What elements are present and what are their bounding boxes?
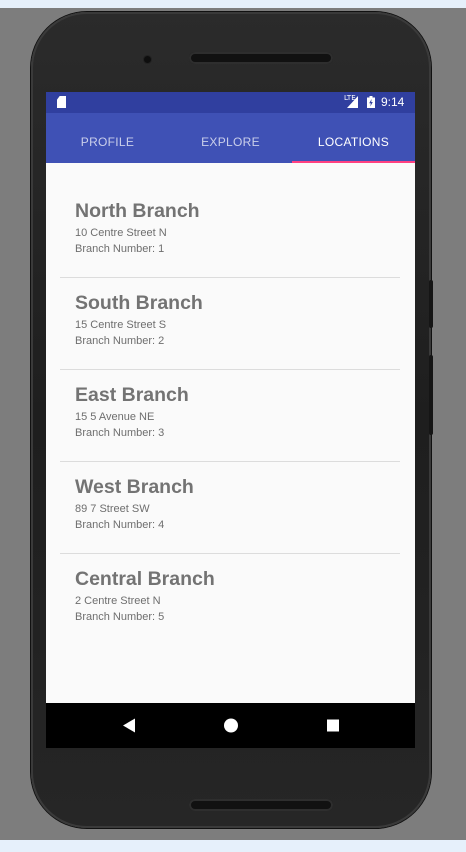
branch-number: Branch Number: 2: [75, 335, 165, 347]
tab-explore-label: EXPLORE: [201, 135, 260, 149]
tab-explore[interactable]: EXPLORE: [169, 113, 292, 163]
back-icon: [123, 718, 135, 733]
branch-address: 10 Centre Street N: [75, 227, 167, 239]
front-camera: [144, 56, 151, 63]
status-bar: LTE 9:14: [46, 92, 415, 113]
branch-address: 15 Centre Street S: [75, 319, 167, 331]
branch-item-west[interactable]: West Branch 89 7 Street SW Branch Number…: [60, 464, 400, 556]
branch-name: West Branch: [75, 476, 194, 498]
tab-profile[interactable]: PROFILE: [46, 113, 169, 163]
recents-icon: [327, 719, 339, 732]
tab-locations-label: LOCATIONS: [317, 135, 390, 149]
tab-profile-label: PROFILE: [80, 135, 135, 149]
branch-name: East Branch: [75, 384, 189, 406]
branch-address: 89 7 Street SW: [75, 503, 150, 515]
branch-name: South Branch: [75, 292, 203, 314]
list-divider: [60, 277, 400, 278]
branch-number: Branch Number: 4: [75, 519, 165, 531]
home-icon: [224, 718, 238, 733]
branch-number: Branch Number: 5: [75, 611, 165, 623]
branch-number: Branch Number: 1: [75, 243, 165, 255]
branch-item-south[interactable]: South Branch 15 Centre Street S Branch N…: [60, 280, 400, 372]
list-divider: [60, 369, 400, 370]
branch-address: 2 Centre Street N: [75, 595, 161, 607]
navigation-bar: [46, 703, 415, 748]
branch-item-north[interactable]: North Branch 10 Centre Street N Branch N…: [60, 188, 400, 280]
top-speaker: [189, 52, 333, 64]
recents-button[interactable]: [308, 703, 358, 748]
branch-item-central[interactable]: Central Branch 2 Centre Street N Branch …: [60, 556, 400, 648]
branch-item-east[interactable]: East Branch 15 5 Avenue NE Branch Number…: [60, 372, 400, 464]
branch-name: Central Branch: [75, 568, 215, 590]
list-divider: [60, 461, 400, 462]
power-button: [429, 280, 433, 328]
bottom-speaker: [189, 799, 333, 811]
tab-bar: PROFILE EXPLORE LOCATIONS: [46, 113, 415, 163]
branch-number: Branch Number: 3: [75, 427, 165, 439]
list-divider: [60, 553, 400, 554]
battery-icon: [367, 96, 375, 108]
back-button[interactable]: [104, 703, 154, 748]
status-clock: 9:14: [381, 95, 405, 109]
branch-name: North Branch: [75, 200, 200, 222]
signal-icon: [347, 96, 358, 108]
device-screen: LTE 9:14 PROFILE EXPLORE LOCATIONS North…: [46, 92, 415, 748]
sd-card-icon: [57, 96, 66, 108]
branch-address: 15 5 Avenue NE: [75, 411, 155, 423]
volume-button: [429, 355, 433, 435]
tab-locations[interactable]: LOCATIONS: [292, 113, 415, 163]
locations-list: North Branch 10 Centre Street N Branch N…: [46, 163, 415, 703]
home-button[interactable]: [206, 703, 256, 748]
